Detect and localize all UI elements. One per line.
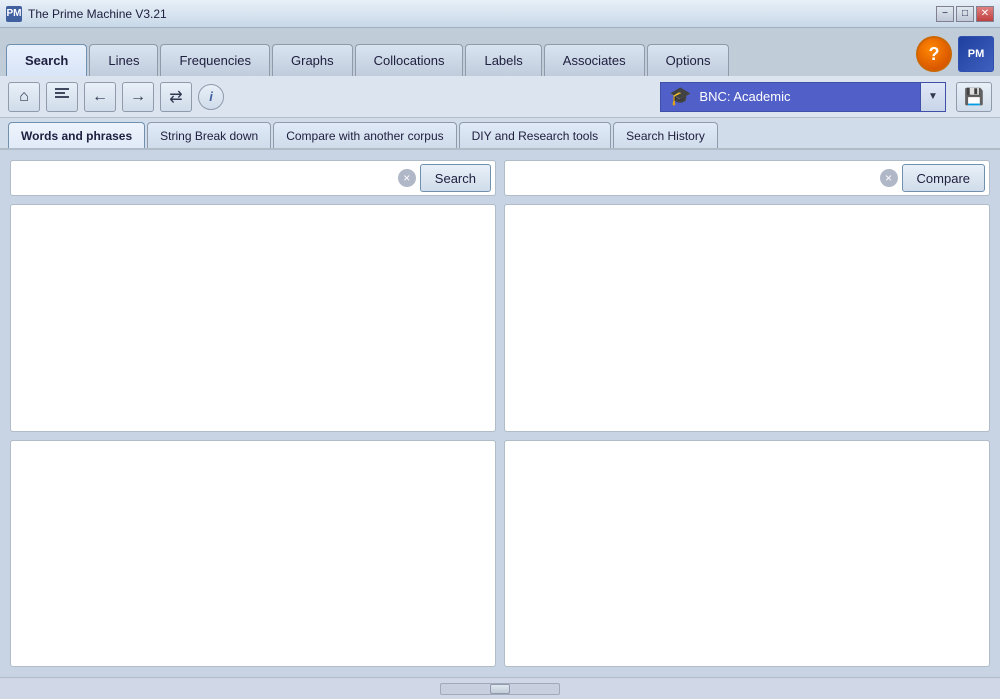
main-window: Search Lines Frequencies Graphs Collocat… xyxy=(0,28,1000,699)
tab-frequencies[interactable]: Frequencies xyxy=(160,44,270,76)
left-clear-button[interactable]: × xyxy=(398,169,416,187)
sub-tab-diy-research[interactable]: DIY and Research tools xyxy=(459,122,612,148)
sub-tab-words-phrases[interactable]: Words and phrases xyxy=(8,122,145,148)
left-clear-icon: × xyxy=(403,172,410,184)
left-panel-col: × Search xyxy=(10,160,496,667)
sub-tab-bar: Words and phrases String Break down Comp… xyxy=(0,118,1000,150)
toolbar-help-icons: ? PM xyxy=(916,36,994,76)
help-icon[interactable]: ? xyxy=(916,36,952,72)
maximize-button[interactable]: □ xyxy=(956,6,974,22)
forward-button[interactable]: → xyxy=(122,82,154,112)
right-search-row: × Compare xyxy=(504,160,990,196)
search-button[interactable]: Search xyxy=(420,164,491,192)
sub-tab-compare-corpus[interactable]: Compare with another corpus xyxy=(273,122,456,148)
tab-lines[interactable]: Lines xyxy=(89,44,158,76)
window-controls: − □ ✕ xyxy=(936,6,994,22)
right-top-result-panel xyxy=(504,204,990,432)
home-icon: ⌂ xyxy=(19,88,29,106)
app-icon: PM xyxy=(6,6,22,22)
corpus-selector: 🎓 BNC: Academic ▼ xyxy=(660,82,946,112)
info-icon: i xyxy=(209,89,213,104)
tab-collocations[interactable]: Collocations xyxy=(355,44,464,76)
corpus-display: 🎓 BNC: Academic xyxy=(660,82,920,112)
main-tab-bar: Search Lines Frequencies Graphs Collocat… xyxy=(0,28,1000,76)
back-icon: ← xyxy=(92,88,108,106)
content-area: × Search × xyxy=(0,150,1000,677)
panels-row: × Search × xyxy=(10,160,990,667)
sync-icon: ⇄ xyxy=(169,87,182,107)
right-clear-icon: × xyxy=(885,172,892,184)
sync-button[interactable]: ⇄ xyxy=(160,82,192,112)
window-title: The Prime Machine V3.21 xyxy=(28,7,167,21)
corpus-cap-icon: 🎓 xyxy=(669,86,691,107)
corpus-save-button[interactable]: 💾 xyxy=(956,82,992,112)
list-icon xyxy=(53,86,71,107)
left-search-input[interactable] xyxy=(15,171,394,186)
status-bar xyxy=(0,677,1000,699)
list-button[interactable] xyxy=(46,82,78,112)
home-button[interactable]: ⌂ xyxy=(8,82,40,112)
corpus-name: BNC: Academic xyxy=(699,89,790,104)
corpus-dropdown-button[interactable]: ▼ xyxy=(920,82,946,112)
left-search-row: × Search xyxy=(10,160,496,196)
left-top-result-panel xyxy=(10,204,496,432)
tab-options[interactable]: Options xyxy=(647,44,730,76)
pm-logo[interactable]: PM xyxy=(958,36,994,72)
minimize-button[interactable]: − xyxy=(936,6,954,22)
right-panel-col: × Compare xyxy=(504,160,990,667)
back-button[interactable]: ← xyxy=(84,82,116,112)
tab-search[interactable]: Search xyxy=(6,44,87,76)
save-icon: 💾 xyxy=(964,87,984,107)
tab-graphs[interactable]: Graphs xyxy=(272,44,353,76)
sub-tab-search-history[interactable]: Search History xyxy=(613,122,718,148)
forward-icon: → xyxy=(130,88,146,106)
tab-associates[interactable]: Associates xyxy=(544,44,645,76)
tab-labels[interactable]: Labels xyxy=(465,44,541,76)
compare-button[interactable]: Compare xyxy=(902,164,985,192)
toolbar: ⌂ ← → ⇄ i 🎓 BNC: Acade xyxy=(0,76,1000,118)
right-clear-button[interactable]: × xyxy=(880,169,898,187)
title-bar: PM The Prime Machine V3.21 − □ ✕ xyxy=(0,0,1000,28)
close-button[interactable]: ✕ xyxy=(976,6,994,22)
right-bottom-result-panel xyxy=(504,440,990,668)
horizontal-scrollbar[interactable] xyxy=(440,683,560,695)
scrollbar-thumb[interactable] xyxy=(490,684,510,694)
right-search-input[interactable] xyxy=(509,171,876,186)
left-bottom-result-panel xyxy=(10,440,496,668)
info-button[interactable]: i xyxy=(198,84,224,110)
sub-tab-string-breakdown[interactable]: String Break down xyxy=(147,122,271,148)
